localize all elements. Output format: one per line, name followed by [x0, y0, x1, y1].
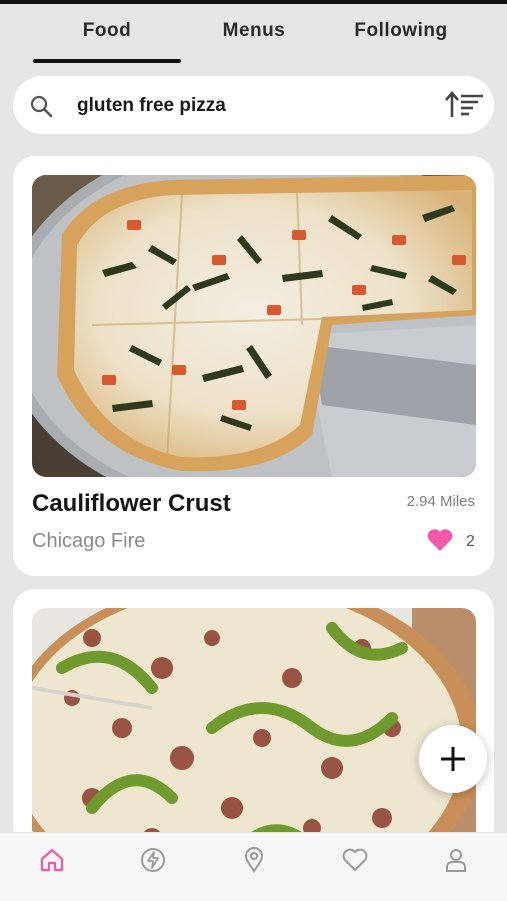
plus-icon	[441, 747, 465, 771]
dish-card[interactable]	[13, 589, 494, 849]
tab-bar: Food Menus Following	[0, 14, 507, 66]
distance-label: 2.94 Miles	[406, 493, 475, 510]
search-input[interactable]	[75, 90, 439, 122]
heart-icon[interactable]	[341, 846, 369, 874]
heart-icon[interactable]	[426, 528, 454, 552]
restaurant-name[interactable]: Chicago Fire	[32, 530, 145, 553]
home-icon[interactable]	[38, 846, 66, 874]
bottom-navigation	[0, 832, 507, 901]
dish-photo[interactable]	[32, 175, 476, 477]
location-pin-icon[interactable]	[240, 846, 268, 874]
tab-food[interactable]: Food	[22, 20, 192, 42]
dish-card[interactable]: Cauliflower Crust 2.94 Miles Chicago Fir…	[13, 156, 494, 576]
like-count: 2	[466, 533, 475, 550]
lightning-icon[interactable]	[139, 846, 167, 874]
add-button[interactable]	[419, 725, 487, 793]
dish-name[interactable]: Cauliflower Crust	[32, 490, 231, 518]
profile-icon[interactable]	[442, 846, 470, 874]
tab-following[interactable]: Following	[316, 20, 486, 42]
photo-pagination	[244, 472, 292, 477]
status-bar	[0, 0, 507, 4]
dish-photo[interactable]	[32, 608, 476, 849]
active-tab-indicator	[33, 59, 181, 63]
tab-menus[interactable]: Menus	[169, 20, 339, 42]
search-bar	[13, 76, 494, 134]
sort-icon[interactable]	[445, 90, 485, 120]
pizza-image	[32, 608, 476, 849]
pizza-image	[32, 175, 476, 477]
search-icon	[30, 95, 53, 118]
